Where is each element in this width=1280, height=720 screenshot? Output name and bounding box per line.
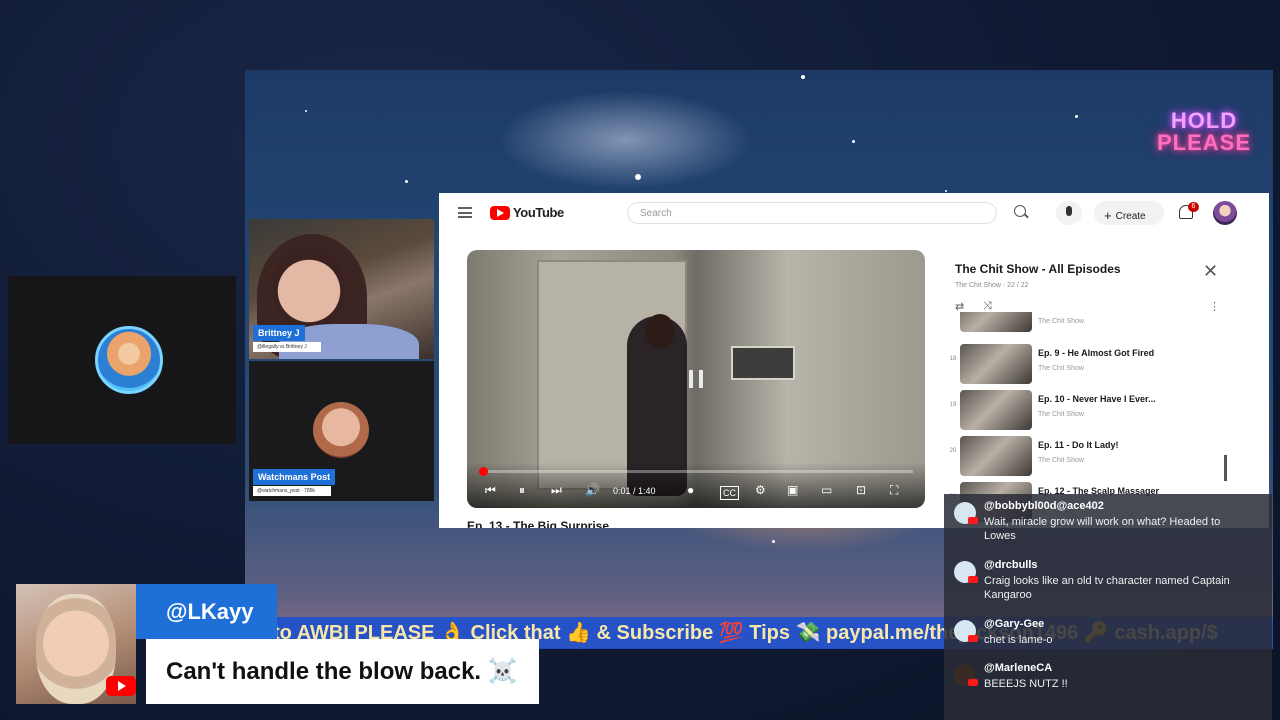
settings-gear-icon[interactable]: ⚙	[755, 484, 766, 496]
star	[405, 180, 408, 183]
captions-icon[interactable]: CC	[720, 486, 739, 500]
playlist-item[interactable]: 20 Ep. 11 - Do It Lady! The Chit Show	[947, 434, 1229, 478]
playlist-item-channel: The Chit Show	[1038, 318, 1084, 325]
playlist-item[interactable]: The Chit Show	[947, 312, 1229, 334]
volume-icon[interactable]: 🔊	[585, 484, 600, 496]
channel-avatar-panel	[8, 276, 236, 444]
guest-avatar	[313, 402, 369, 458]
playlist-item-title: Ep. 10 - Never Have I Ever...	[1038, 394, 1156, 404]
guest-name-tag: Brittney J	[253, 325, 305, 341]
channel-avatar	[95, 326, 163, 394]
fullscreen-icon[interactable]: ⛶	[890, 484, 898, 496]
playlist-scrollbar[interactable]	[1224, 455, 1227, 481]
chat-username: @Gary-Gee	[984, 618, 1045, 630]
youtube-logo-text: YouTube	[513, 205, 564, 220]
playlist-title[interactable]: The Chit Show - All Episodes	[955, 262, 1121, 276]
featured-comment-username: @LKayy	[136, 584, 277, 639]
chat-text: Wait, miracle grow will work on what? He…	[984, 516, 1221, 542]
playlist-item-title: Ep. 11 - Do It Lady!	[1038, 440, 1119, 450]
youtube-logo-icon	[106, 676, 136, 696]
youtube-header: YouTube Search + Create 6	[439, 193, 1269, 233]
search-icon[interactable]	[1014, 205, 1026, 217]
pause-overlay-icon	[689, 370, 703, 388]
time-display: 0:01 / 1:40	[613, 486, 656, 496]
video-player[interactable]: ⏮ ⏸ ⏭ 🔊 0:01 / 1:40 ● CC ⚙ ▣ ▭ ⊡ ⛶	[467, 250, 925, 508]
chat-username: @MarleneCA	[984, 662, 1053, 674]
autoplay-toggle-icon[interactable]: ●	[687, 484, 694, 496]
please-text: PLEASE	[1156, 130, 1251, 155]
live-chat-panel: @bobbybl00d@ace402 Wait, miracle grow wi…	[944, 494, 1272, 720]
playlist-thumbnail	[960, 344, 1032, 384]
chat-text: chet is lame-o	[984, 634, 1053, 646]
playlist-subtitle: The Chit Show · 22 / 22	[955, 282, 1029, 289]
featured-comment-text: Can't handle the blow back. ☠️	[146, 639, 539, 704]
chat-message: @MarleneCA BEEEJS NUTZ !!	[944, 662, 1272, 692]
playlist-item-index: 20	[949, 448, 957, 454]
star	[852, 140, 855, 143]
chat-message: @bobbybl00d@ace402 Wait, miracle grow wi…	[944, 500, 1272, 552]
playlist-thumbnail	[960, 436, 1032, 476]
playlist-item-channel: The Chit Show	[1038, 365, 1084, 372]
video-title: Ep. 13 - The Big Surprise	[467, 519, 610, 528]
youtube-window: YouTube Search + Create 6 ⏮ ⏸ ⏭ 🔊 0:01 / …	[439, 193, 1269, 528]
star	[305, 110, 307, 112]
next-icon[interactable]: ⏭	[551, 484, 562, 496]
playlist-item-index: 19	[949, 402, 957, 408]
star	[1075, 115, 1078, 118]
playlist-item[interactable]: 18 Ep. 9 - He Almost Got Fired The Chit …	[947, 342, 1229, 386]
playlist-thumbnail	[960, 390, 1032, 430]
miniplayer-icon[interactable]: ▣	[787, 484, 798, 496]
playlist-item-channel: The Chit Show	[1038, 457, 1084, 464]
youtube-play-icon	[490, 205, 510, 220]
star	[945, 190, 947, 192]
guest-face	[274, 247, 344, 327]
microphone-icon[interactable]	[1056, 201, 1082, 225]
pause-icon[interactable]: ⏸	[519, 484, 525, 496]
star	[772, 540, 775, 543]
hold-text: HOLD	[1170, 108, 1238, 133]
previous-icon[interactable]: ⏮	[485, 484, 496, 496]
progress-bar[interactable]	[479, 467, 913, 476]
account-avatar[interactable]	[1213, 201, 1237, 225]
notification-count-badge: 6	[1188, 202, 1199, 212]
chat-message: @drcbulls Craig looks like an old tv cha…	[944, 559, 1272, 603]
playlist-item-index: 18	[949, 356, 957, 362]
theater-mode-icon[interactable]: ▭	[821, 484, 832, 496]
create-label: Create	[1115, 211, 1146, 222]
youtube-badge-icon	[968, 576, 978, 583]
star	[635, 174, 641, 180]
guest-name-tag: Watchmans Post	[253, 469, 336, 485]
youtube-logo[interactable]: YouTube	[490, 205, 564, 220]
close-icon[interactable]: ✕	[1203, 262, 1218, 280]
plus-icon: +	[1104, 208, 1112, 223]
guest-camera-brittney: Brittney J @illegally.vs Brittney J	[249, 219, 434, 359]
commenter-avatar-photo	[16, 584, 136, 704]
playlist-panel: The Chit Show - All Episodes The Chit Sh…	[947, 250, 1247, 528]
commenter-face	[36, 594, 116, 704]
hamburger-menu-icon[interactable]	[458, 207, 472, 218]
chat-text: BEEEJS NUTZ !!	[984, 678, 1068, 690]
playlist-item-title: Ep. 9 - He Almost Got Fired	[1038, 348, 1155, 358]
chat-username: @drcbulls	[984, 559, 1038, 571]
create-button[interactable]: + Create	[1094, 201, 1164, 225]
guest-handle-tag: @illegally.vs Brittney J	[253, 342, 321, 352]
playlist-item[interactable]: 19 Ep. 10 - Never Have I Ever... The Chi…	[947, 388, 1229, 432]
playlist-item-channel: The Chit Show	[1038, 411, 1084, 418]
cast-icon[interactable]: ⊡	[856, 484, 866, 496]
hold-please-neon-sign: HOLD PLEASE	[1157, 110, 1251, 154]
youtube-badge-icon	[968, 635, 978, 642]
youtube-badge-icon	[968, 517, 978, 524]
video-scene-person-head	[645, 314, 675, 348]
chat-text: Craig looks like an old tv character nam…	[984, 575, 1230, 601]
video-scene-panel	[731, 346, 795, 380]
guest-handle-tag: @watchmans_post · 785k	[253, 486, 331, 496]
guest-camera-watchmans-post: Watchmans Post @watchmans_post · 785k	[249, 361, 434, 501]
chat-username: @bobbybl00d@ace402	[984, 500, 1104, 512]
search-input[interactable]: Search	[627, 202, 997, 224]
star	[801, 75, 805, 79]
playlist-thumbnail	[960, 312, 1032, 332]
youtube-badge-icon	[968, 679, 978, 686]
chat-message: @Gary-Gee chet is lame-o	[944, 618, 1272, 648]
